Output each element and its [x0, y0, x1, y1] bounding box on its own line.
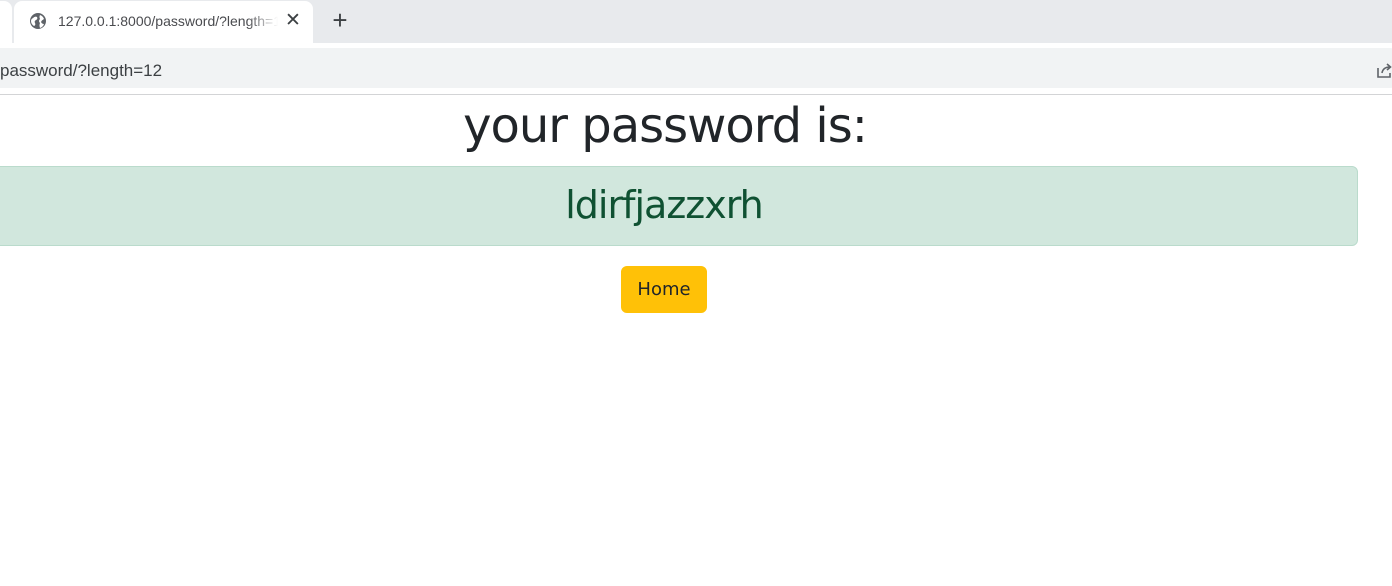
globe-icon	[29, 12, 47, 30]
page-heading: your password is:	[463, 98, 868, 154]
address-bar-url[interactable]: password/?length=12	[0, 61, 162, 81]
browser-toolbar	[0, 43, 1392, 95]
new-tab-button[interactable]: +	[326, 7, 354, 35]
home-button[interactable]: Home	[621, 266, 707, 313]
address-bar[interactable]	[0, 48, 1392, 88]
generated-password: ldirfjazzxrh	[565, 183, 764, 227]
tab-title: 127.0.0.1:8000/password/?length=12	[58, 13, 278, 29]
active-tab[interactable]: 127.0.0.1:8000/password/?length=12 ✕	[14, 1, 313, 43]
previous-tab[interactable]	[0, 1, 12, 43]
close-icon[interactable]: ✕	[283, 11, 303, 31]
share-icon[interactable]	[1375, 60, 1392, 80]
tab-strip: 127.0.0.1:8000/password/?length=12 ✕ +	[0, 0, 1392, 43]
